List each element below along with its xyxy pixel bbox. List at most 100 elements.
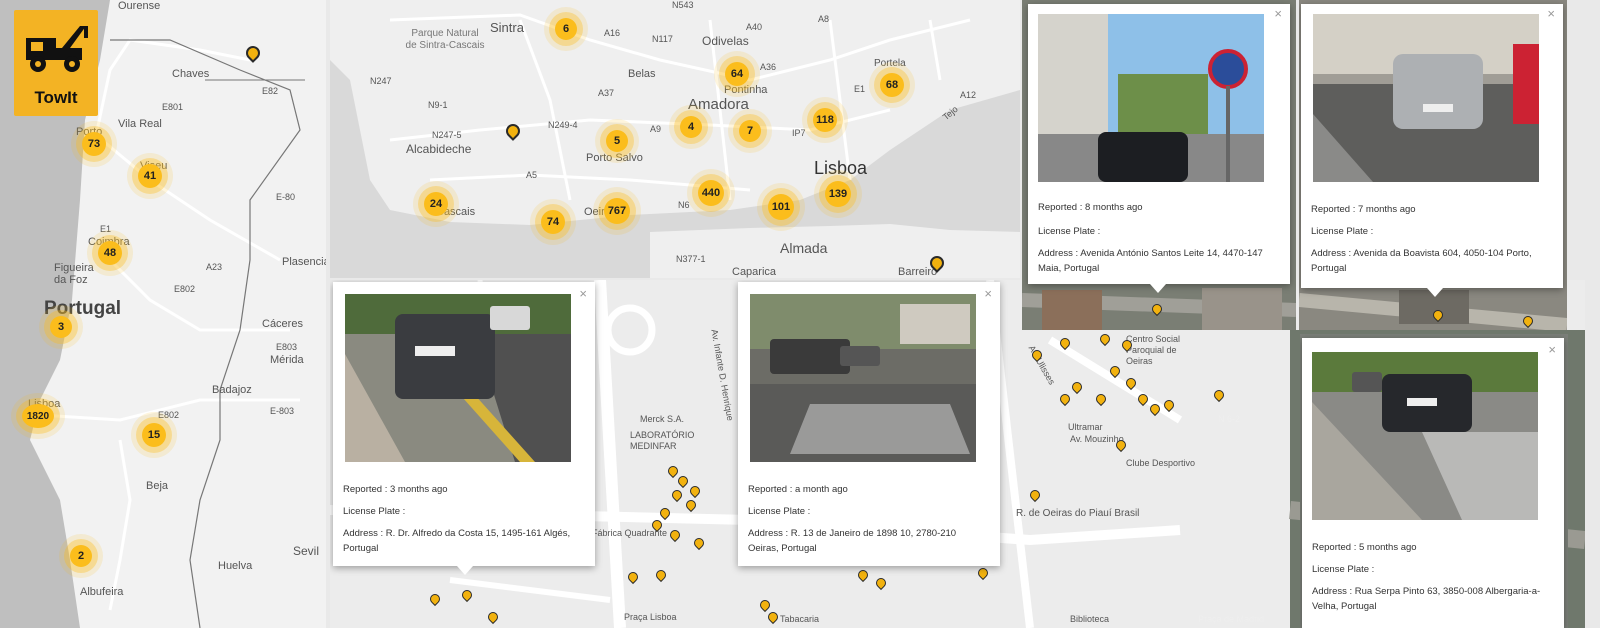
road-label: N247-5 [432,130,462,140]
map-label: LABORATÓRIO MEDINFAR [630,430,695,451]
map-label: Plasencia [282,256,326,268]
map-label: Clube Desportivo [1126,458,1196,468]
marker-cluster[interactable]: 440 [698,180,724,206]
map-label: Praça de Madrid [1198,614,1265,624]
marker-cluster[interactable]: 1820 [22,404,54,428]
road-label: E82 [262,86,279,96]
close-icon[interactable]: × [984,286,992,301]
marker-cluster[interactable]: 6 [555,18,577,40]
report-photo[interactable] [345,294,571,462]
marker-cluster[interactable]: 15 [142,423,166,447]
road-label: A12 [960,90,977,100]
close-icon[interactable]: × [1547,6,1555,21]
marker-cluster[interactable]: 3 [50,316,72,338]
popup-tail [1150,284,1166,293]
map-label: Ultramar [1068,422,1103,432]
marker-cluster[interactable]: 2 [70,545,92,567]
marker-cluster[interactable]: 767 [604,198,630,224]
close-icon[interactable]: × [1274,6,1282,21]
map-label: R. de Oeiras do Piauí Brasil [1016,508,1140,519]
map-label: N 6-2 [1218,414,1241,424]
reported-time: Reported : 7 months ago [1311,204,1416,215]
marker-cluster[interactable]: 139 [825,181,851,207]
address: Address : Avenida António Santos Leite 1… [1038,248,1263,274]
logo-text: TowIt [34,88,78,107]
lisbon-region-map[interactable]: Sintra Parque Natural de Sintra-Cascais … [330,0,1020,278]
marker-cluster[interactable]: 48 [98,241,122,265]
road-label: N247 [370,76,392,86]
report-popup: Reported : 7 months ago License Plate : … [1301,4,1563,297]
road-label: E801 [162,102,184,112]
report-popup: Reported : 8 months ago License Plate : … [1028,4,1290,293]
road-label: A36 [760,62,777,72]
map-label: Almada [780,240,828,256]
report-photo[interactable] [1313,14,1539,182]
report-popup: Reported : a month ago License Plate : A… [738,282,1000,566]
marker-cluster[interactable]: 41 [138,164,162,188]
road-label: N377-1 [676,254,706,264]
reported-time: Reported : 5 months ago [1312,542,1417,553]
satellite-map[interactable]: Reported : 8 months ago License Plate : … [1022,0,1296,330]
report-photo[interactable] [1312,352,1538,520]
marker-cluster[interactable]: 68 [880,73,904,97]
map-label: Badajoz [212,384,252,396]
map-label: Sintra [490,20,524,35]
map-label: Merck S.A. [640,414,685,424]
reported-time: Reported : a month ago [748,484,848,495]
road-label: N117 [652,34,673,44]
license-plate: License Plate : [1311,226,1374,237]
road-label: A40 [746,22,763,32]
map-label: Caparica [732,266,777,278]
license-plate: License Plate : [343,506,406,517]
address: Address : Rua Serpa Pinto 63, 3850-008 A… [1312,586,1541,612]
reported-time: Reported : 8 months ago [1038,202,1143,213]
road-label: E802 [174,284,196,294]
close-icon[interactable]: × [1548,342,1556,357]
marker-cluster[interactable]: 118 [813,108,837,132]
marker-cluster[interactable]: 73 [82,132,106,156]
towit-logo[interactable]: TowIt [14,10,98,116]
road-label: N543 [672,0,694,10]
popup-tail [457,566,473,575]
marker-cluster[interactable]: 24 [424,192,448,216]
road-label: A23 [206,262,223,272]
license-plate: License Plate : [1312,564,1375,575]
map-label: Mérida [270,354,304,366]
road-label: N249-4 [548,120,578,130]
map-label: Chaves [172,68,210,80]
map-label: Porto Salvo [586,152,643,164]
marker-cluster[interactable]: 7 [739,120,761,142]
map-label: Belas [628,68,656,80]
road-label: N9-1 [428,100,448,110]
map-label: Beja [146,480,169,492]
address: Address : Avenida da Boavista 604, 4050-… [1311,248,1532,274]
close-icon[interactable]: × [579,286,587,301]
report-popup: Reported : 5 months ago License Plate : … [1302,338,1564,628]
map-label: Pontinha [724,84,768,96]
map-label: Sevil [293,544,320,558]
portugal-map[interactable]: Ourense Chaves Vila Real Viseu Coimbra F… [0,0,326,628]
road-label: E802 [158,410,180,420]
map-label: Figueira da Foz [54,262,94,286]
map-label: Biblioteca [1070,614,1110,624]
reported-time: Reported : 3 months ago [343,484,448,495]
report-photo[interactable] [750,294,976,462]
marker-cluster[interactable]: 101 [768,194,794,220]
road-label: E803 [276,342,298,352]
road-label: N6 [678,200,690,210]
marker-cluster[interactable]: 5 [606,130,628,152]
address: Address : R. Dr. Alfredo da Costa 15, 14… [343,528,571,554]
report-photo[interactable] [1038,14,1264,182]
road-label: E-80 [276,192,296,202]
map-label: Amadora [688,96,749,113]
license-plate: License Plate : [748,506,811,517]
map-label: Huelva [218,560,253,572]
map-label: Cáceres [262,318,303,330]
satellite-map[interactable]: Reported : 7 months ago License Plate : … [1299,0,1567,330]
satellite-map[interactable]: Reported : 5 months ago License Plate : … [1300,334,1568,628]
marker-cluster[interactable]: 74 [541,210,565,234]
tow-truck-icon [26,26,88,72]
marker-cluster[interactable]: 4 [680,116,702,138]
map-label: Alcabideche [406,142,472,156]
marker-cluster[interactable]: 64 [725,62,749,86]
